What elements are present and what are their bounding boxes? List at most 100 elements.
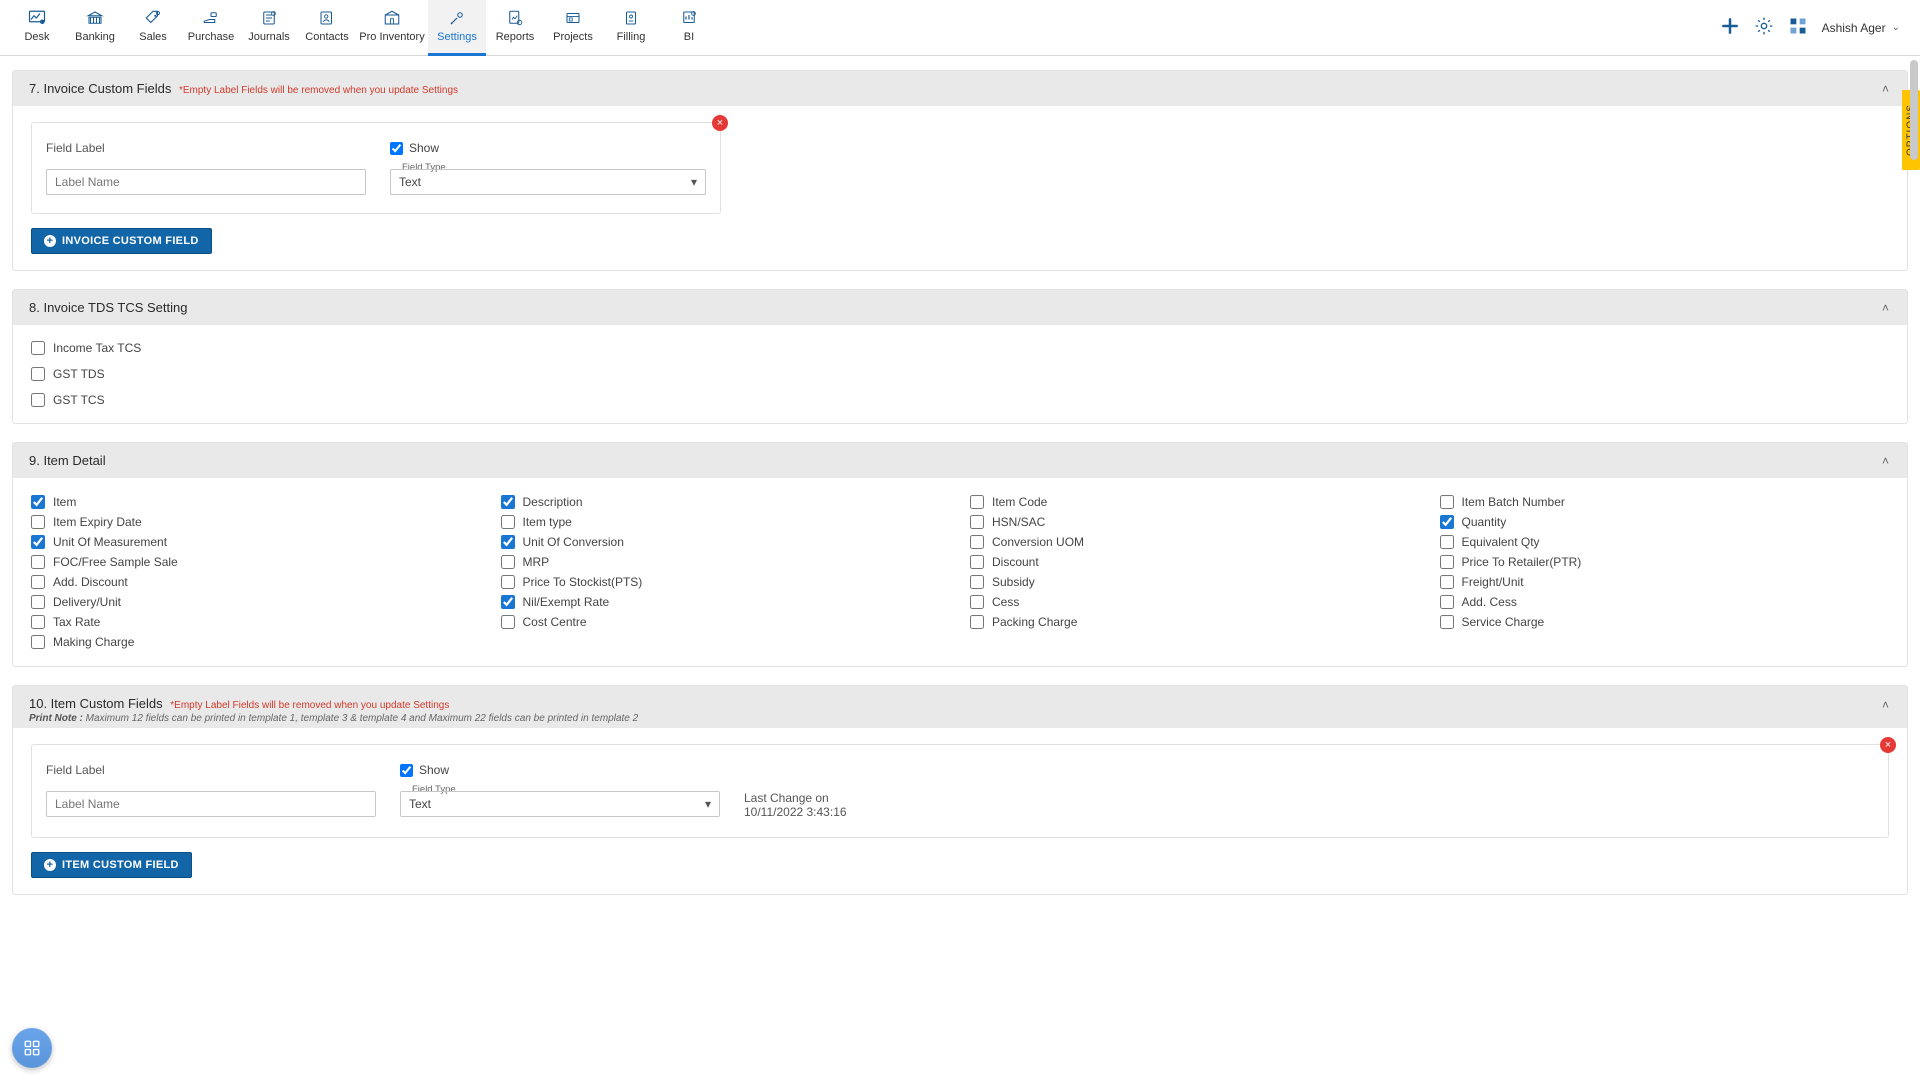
nav-label: Banking — [75, 31, 115, 43]
item-detail-checkbox[interactable] — [31, 535, 45, 549]
item-detail-checkbox[interactable] — [501, 575, 515, 589]
item-detail-checkbox[interactable] — [501, 595, 515, 609]
nav-label: Contacts — [305, 31, 348, 43]
item-detail-checkbox[interactable] — [1440, 595, 1454, 609]
nav-item-contacts[interactable]: Contacts — [298, 0, 356, 56]
item-detail-checkbox[interactable] — [501, 555, 515, 569]
checkbox-item: Conversion UOM — [970, 534, 1420, 550]
nav-item-journals[interactable]: Journals — [240, 0, 298, 56]
panel-title: 8. Invoice TDS TCS Setting — [29, 300, 187, 315]
nav-item-desk[interactable]: Desk — [8, 0, 66, 56]
nav-item-reports[interactable]: Reports — [486, 0, 544, 56]
user-menu[interactable]: Ashish Ager ⌄ — [1822, 21, 1900, 35]
nav-item-settings[interactable]: Settings — [428, 0, 486, 56]
checkbox-gst-tcs[interactable] — [31, 393, 45, 407]
add-item-custom-field-button[interactable]: + ITEM CUSTOM FIELD — [31, 852, 192, 878]
item-detail-checkbox[interactable] — [1440, 575, 1454, 589]
gear-icon[interactable] — [1754, 16, 1774, 39]
panel-title: 10. Item Custom Fields *Empty Label Fiel… — [29, 696, 449, 711]
item-detail-checkbox[interactable] — [970, 515, 984, 529]
panel-body: Income Tax TCS GST TDS GST TCS — [13, 325, 1907, 423]
item-detail-checkbox[interactable] — [31, 575, 45, 589]
remove-field-button[interactable]: × — [712, 115, 728, 131]
item-detail-checkbox[interactable] — [970, 555, 984, 569]
panel-note: *Empty Label Fields will be removed when… — [179, 85, 458, 96]
nav-item-sales[interactable]: Sales — [124, 0, 182, 56]
nav-item-purchase[interactable]: Purchase — [182, 0, 240, 56]
add-invoice-custom-field-button[interactable]: + INVOICE CUSTOM FIELD — [31, 228, 212, 254]
checkbox-item: Item Expiry Date — [31, 514, 481, 530]
nav-item-projects[interactable]: Projects — [544, 0, 602, 56]
item-detail-checkbox[interactable] — [1440, 555, 1454, 569]
print-note: Print Note : Maximum 12 fields can be pr… — [29, 713, 638, 724]
item-detail-checkbox[interactable] — [1440, 535, 1454, 549]
panel-title-text: 7. Invoice Custom Fields — [29, 81, 171, 96]
item-detail-checkbox[interactable] — [31, 615, 45, 629]
contacts-icon — [316, 9, 338, 27]
field-type-select[interactable]: Text — [400, 791, 720, 817]
checkbox-gst-tds[interactable] — [31, 367, 45, 381]
nav-label: Desk — [24, 31, 49, 43]
show-checkbox[interactable] — [400, 764, 413, 777]
item-detail-checkbox[interactable] — [1440, 615, 1454, 629]
app-launcher-button[interactable] — [12, 1028, 52, 1068]
field-label-caption: Field Label — [46, 141, 366, 155]
item-detail-checkbox[interactable] — [501, 515, 515, 529]
checkbox-label: Cost Centre — [523, 615, 587, 629]
item-detail-grid: ItemDescriptionItem CodeItem Batch Numbe… — [31, 494, 1889, 650]
checkbox-item: Item type — [501, 514, 951, 530]
nav-item-banking[interactable]: Banking — [66, 0, 124, 56]
item-detail-checkbox[interactable] — [970, 615, 984, 629]
checkbox-item: Cost Centre — [501, 614, 951, 630]
item-detail-checkbox[interactable] — [501, 535, 515, 549]
nav-item-filling[interactable]: Filling — [602, 0, 660, 56]
panel-invoice-tds-tcs: 8. Invoice TDS TCS Setting ˄ Income Tax … — [12, 289, 1908, 424]
checkbox-label: Freight/Unit — [1462, 575, 1524, 589]
checkbox-label: Packing Charge — [992, 615, 1077, 629]
item-detail-checkbox[interactable] — [31, 595, 45, 609]
item-detail-checkbox[interactable] — [501, 615, 515, 629]
checkbox-item: GST TCS — [31, 393, 1889, 407]
item-detail-checkbox[interactable] — [501, 495, 515, 509]
label-name-input[interactable] — [46, 791, 376, 817]
item-detail-checkbox[interactable] — [1440, 515, 1454, 529]
apps-icon[interactable] — [1788, 16, 1808, 39]
button-label: INVOICE CUSTOM FIELD — [62, 235, 199, 247]
add-icon[interactable] — [1720, 16, 1740, 39]
label-name-input[interactable] — [46, 169, 366, 195]
field-type-value: Text — [399, 175, 421, 189]
checkbox-item: Income Tax TCS — [31, 341, 1889, 355]
item-detail-checkbox[interactable] — [31, 515, 45, 529]
panel-header[interactable]: 8. Invoice TDS TCS Setting ˄ — [13, 290, 1907, 325]
field-type-select-wrap: Field Type Text — [400, 791, 720, 819]
checkbox-label: MRP — [523, 555, 550, 569]
item-detail-checkbox[interactable] — [970, 575, 984, 589]
checkbox-income-tax-tcs[interactable] — [31, 341, 45, 355]
remove-field-button[interactable]: × — [1880, 737, 1896, 753]
item-detail-checkbox[interactable] — [31, 635, 45, 649]
checkbox-label: Nil/Exempt Rate — [523, 595, 610, 609]
show-label: Show — [409, 141, 439, 155]
checkbox-item: Delivery/Unit — [31, 594, 481, 610]
show-toggle: Show — [400, 763, 720, 777]
item-detail-checkbox[interactable] — [1440, 495, 1454, 509]
scrollbar-thumb[interactable] — [1910, 60, 1918, 160]
item-detail-checkbox[interactable] — [31, 495, 45, 509]
nav-label: Journals — [248, 31, 290, 43]
field-type-select[interactable]: Text — [390, 169, 706, 195]
checkbox-label: FOC/Free Sample Sale — [53, 555, 178, 569]
checkbox-label: Description — [523, 495, 583, 509]
checkbox-label: Making Charge — [53, 635, 134, 649]
panel-header[interactable]: 7. Invoice Custom Fields *Empty Label Fi… — [13, 71, 1907, 106]
item-detail-checkbox[interactable] — [970, 495, 984, 509]
item-detail-checkbox[interactable] — [31, 555, 45, 569]
panel-header[interactable]: 10. Item Custom Fields *Empty Label Fiel… — [13, 686, 1907, 728]
panel-header[interactable]: 9. Item Detail ˄ — [13, 443, 1907, 478]
show-checkbox[interactable] — [390, 142, 403, 155]
checkbox-label: Item type — [523, 515, 572, 529]
nav-item-pro-inventory[interactable]: Pro Inventory — [356, 0, 428, 56]
item-detail-checkbox[interactable] — [970, 595, 984, 609]
nav-item-bi[interactable]: BI — [660, 0, 718, 56]
checkbox-label: Price To Retailer(PTR) — [1462, 555, 1582, 569]
item-detail-checkbox[interactable] — [970, 535, 984, 549]
